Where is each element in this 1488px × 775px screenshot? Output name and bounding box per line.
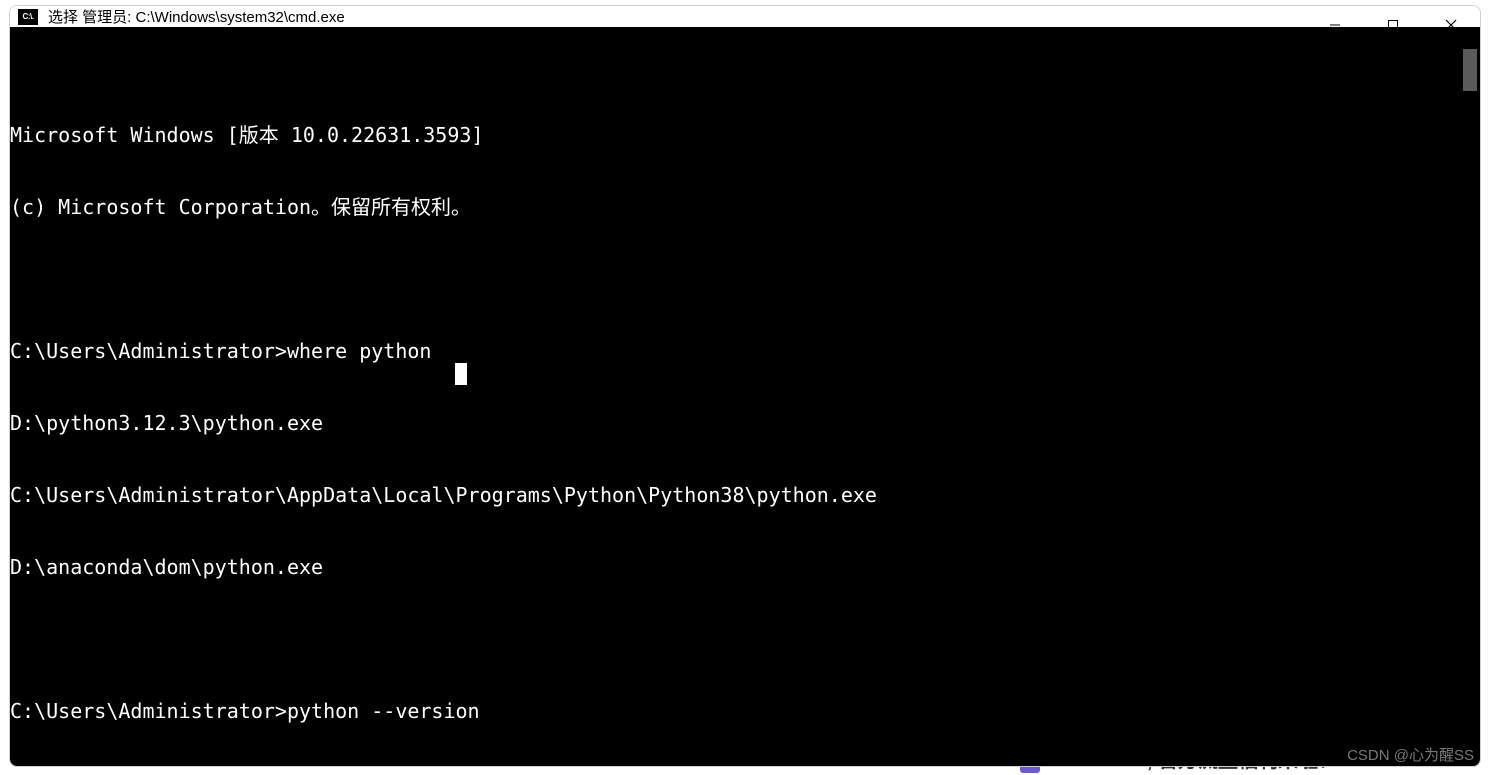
terminal-line: D:\anaconda\dom\python.exe xyxy=(10,555,1460,579)
terminal-line: C:\Users\Administrator\AppData\Local\Pro… xyxy=(10,483,1460,507)
cmd-window: C:\. 选择 管理员: C:\Windows\system32\cmd.exe… xyxy=(9,5,1481,767)
scrollbar-thumb[interactable] xyxy=(1463,49,1477,91)
cmd-icon: C:\. xyxy=(18,9,38,25)
terminal-line xyxy=(10,267,1460,291)
terminal-line: (c) Microsoft Corporation。保留所有权利。 xyxy=(10,195,1460,219)
terminal-area: Microsoft Windows [版本 10.0.22631.3593] (… xyxy=(10,27,1480,767)
terminal-content: Microsoft Windows [版本 10.0.22631.3593] (… xyxy=(10,75,1460,767)
terminal-line: C:\Users\Administrator>python --version xyxy=(10,699,1460,723)
terminal[interactable]: Microsoft Windows [版本 10.0.22631.3593] (… xyxy=(10,27,1460,767)
window-title: 选择 管理员: C:\Windows\system32\cmd.exe xyxy=(48,6,345,27)
terminal-line: C:\Users\Administrator>where python xyxy=(10,339,1460,363)
watermark: CSDN @心为醒SS xyxy=(1347,744,1474,765)
titlebar[interactable]: C:\. 选择 管理员: C:\Windows\system32\cmd.exe xyxy=(10,6,1480,27)
scrollbar[interactable] xyxy=(1460,27,1480,767)
terminal-line: Microsoft Windows [版本 10.0.22631.3593] xyxy=(10,123,1460,147)
selection-highlight xyxy=(455,363,467,385)
terminal-line: D:\python3.12.3\python.exe xyxy=(10,411,1460,435)
terminal-line xyxy=(10,627,1460,651)
